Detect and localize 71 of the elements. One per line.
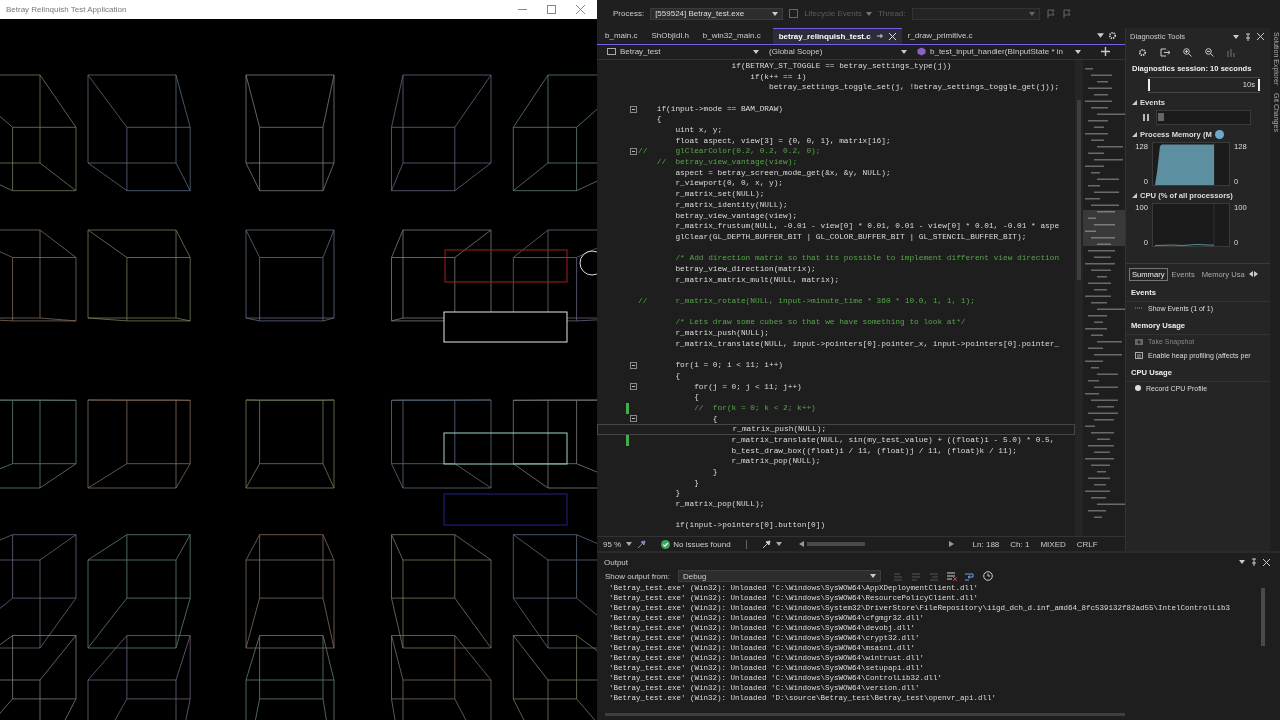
expand-icon[interactable] (1132, 131, 1137, 137)
collapse-icon[interactable] (630, 148, 637, 156)
caret-icon[interactable] (775, 542, 782, 547)
collapse-icon[interactable] (630, 415, 637, 423)
caret-icon[interactable] (869, 574, 876, 579)
project-dropdown[interactable]: Betray_test (603, 45, 763, 58)
add-icon[interactable] (1101, 47, 1110, 57)
window-title: Betray Relinquish Test Application (6, 5, 128, 14)
settings-icon[interactable] (1138, 47, 1147, 57)
expand-icon[interactable] (1132, 192, 1137, 198)
line-number[interactable]: Ln: 188 (972, 539, 1000, 549)
clock-icon[interactable] (982, 571, 993, 582)
close-icon[interactable] (1257, 33, 1264, 41)
pause-icon[interactable] (1143, 113, 1149, 121)
issues-indicator[interactable]: No issues found (661, 539, 731, 549)
maximize-icon[interactable] (547, 5, 556, 14)
caret-icon[interactable] (753, 49, 759, 54)
scroll-right-icon[interactable] (1253, 271, 1258, 278)
brush-icon[interactable] (761, 539, 771, 549)
zoom-level[interactable]: 95 % (603, 539, 622, 549)
line-ending[interactable]: CRLF (1076, 539, 1098, 549)
scroll-left-icon[interactable] (798, 541, 804, 548)
scrollbar[interactable] (1075, 59, 1083, 537)
column-number[interactable]: Ch: 1 (1010, 539, 1030, 549)
expand-icon[interactable] (1132, 99, 1137, 105)
process-label: Process: (613, 9, 645, 19)
scope-dropdown[interactable]: (Global Scope) (765, 45, 911, 58)
word-wrap-icon[interactable] (964, 571, 975, 581)
pin-icon[interactable] (1251, 558, 1257, 567)
cube-icon (917, 47, 926, 57)
zoom-out-icon[interactable] (1205, 47, 1214, 57)
scroll-right-icon[interactable] (948, 541, 954, 548)
file-tab[interactable]: betray_relinquish_test.c (772, 27, 902, 44)
caret-icon[interactable] (1239, 560, 1245, 565)
collapse-icon[interactable] (630, 105, 637, 113)
brush-icon[interactable] (637, 539, 647, 549)
lifecycle-icon (789, 9, 799, 19)
panel-title: Output (604, 557, 629, 567)
pin-icon[interactable] (1245, 32, 1251, 41)
export-icon[interactable] (1160, 47, 1170, 57)
output-source-label: Show output from: (605, 571, 670, 581)
events-icon (1135, 306, 1143, 311)
caret-icon[interactable] (901, 49, 907, 54)
project-icon (607, 47, 616, 57)
file-tab[interactable]: ShObjIdl.h (649, 27, 697, 44)
caret-icon[interactable] (772, 11, 779, 16)
list-icon (1135, 351, 1143, 359)
check-icon (661, 539, 671, 549)
file-tab[interactable]: b_main.c (603, 27, 646, 44)
settings-icon[interactable] (1108, 31, 1117, 41)
horizontal-scrollbar[interactable] (798, 541, 954, 548)
zoom-in-icon[interactable] (1183, 47, 1192, 57)
collapse-icon[interactable] (630, 362, 637, 369)
file-tab[interactable]: r_draw_primitive.c (905, 27, 981, 44)
caret-icon[interactable] (626, 542, 633, 547)
whitespace-mode[interactable]: MIXED (1040, 539, 1066, 549)
close-icon[interactable] (1263, 558, 1270, 566)
collapse-icon[interactable] (630, 383, 637, 391)
caret-icon[interactable] (1075, 49, 1081, 54)
output-source-dropdown[interactable]: Debug (677, 570, 881, 583)
caret-icon[interactable] (1097, 33, 1104, 39)
member-dropdown[interactable]: b_test_input_handler(BInputState * in (913, 45, 1085, 58)
pin-icon[interactable] (875, 32, 884, 41)
camera-icon (1135, 337, 1143, 345)
caret-icon[interactable] (1233, 34, 1239, 39)
scroll-left-icon[interactable] (1248, 271, 1253, 278)
clear-all-icon[interactable] (946, 571, 957, 581)
file-tab[interactable]: b_win32_main.c (700, 27, 769, 44)
process-dropdown[interactable]: [559524] Betray_test.exe (650, 7, 784, 20)
record-icon (1135, 385, 1141, 392)
cursor-icon (1214, 129, 1224, 139)
